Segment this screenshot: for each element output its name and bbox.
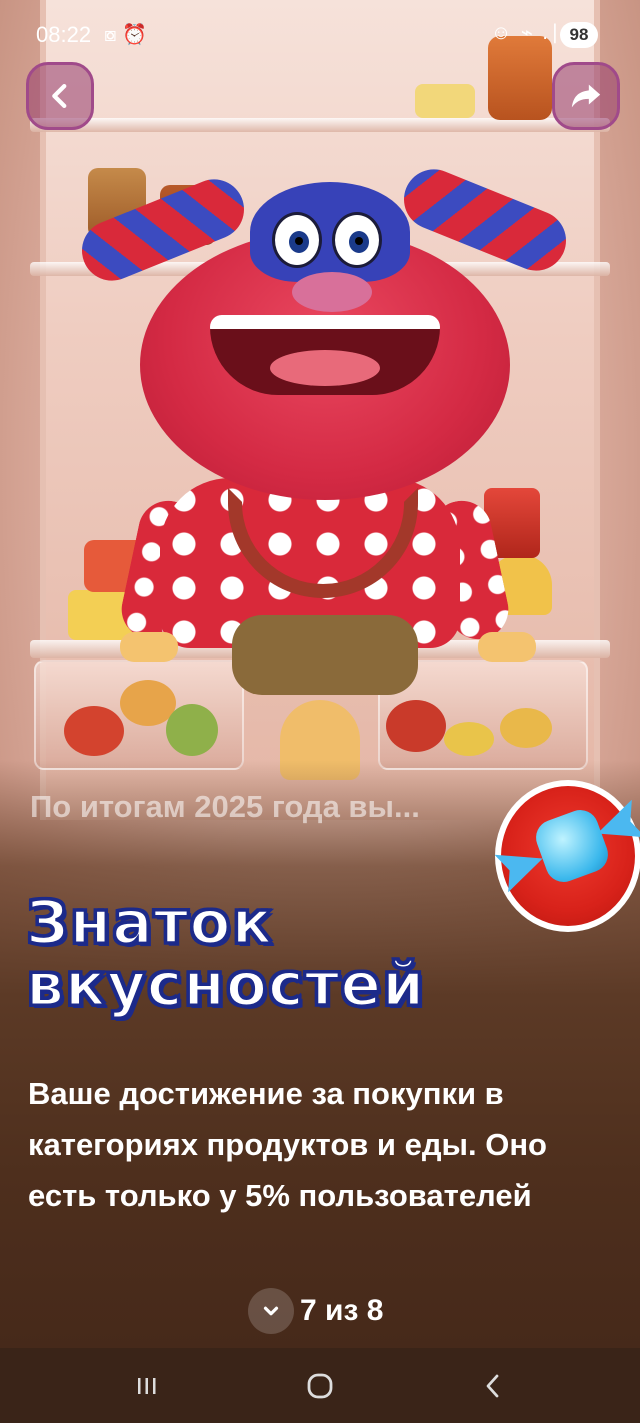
status-signal-icons: ☺ ⌁ .∣ [490,22,562,44]
home-button[interactable] [290,1361,350,1411]
monster-eye [332,212,382,268]
monster-hand [120,632,178,662]
monster-character [0,0,640,800]
battery-indicator: 98 [560,22,598,48]
status-time: 08:22 [36,22,92,47]
story-subtitle: По итогам 2025 года вы... [30,789,420,824]
home-icon [307,1373,333,1398]
monster-nose [292,272,372,312]
system-navigation-bar [0,1348,640,1423]
monster-eye [272,212,322,268]
next-story-button[interactable] [248,1288,294,1334]
chevron-left-icon [52,83,67,109]
monster-tongue [270,350,380,386]
recent-apps-button[interactable] [117,1361,177,1411]
page-counter: 7 из 8 [300,1294,384,1327]
back-icon [486,1374,499,1397]
status-notification-icons: ⧇ ⏰ [104,24,148,46]
achievement-description: Ваше достижение за покупки в категориях … [28,1076,547,1213]
status-bar: 08:22 ⧇ ⏰ ☺ ⌁ .∣ 98 [0,0,640,70]
share-arrow-icon [571,84,601,108]
share-button[interactable] [552,62,620,130]
story-pager[interactable]: 7 из 8 [248,1288,383,1334]
chevron-down-icon [263,1306,279,1316]
recent-apps-icon [137,1377,156,1394]
achievement-title: Знаток вкусностей [25,888,426,1020]
system-back-button[interactable] [463,1361,523,1411]
monster-pants [232,615,418,695]
back-button[interactable] [26,62,94,130]
monster-hand [478,632,536,662]
